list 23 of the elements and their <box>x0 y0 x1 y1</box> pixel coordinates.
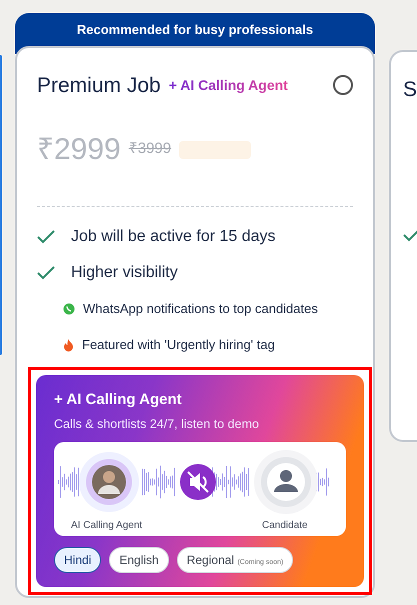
check-icon <box>37 266 55 280</box>
language-chip[interactable]: Hindi <box>54 547 102 574</box>
plan-card[interactable] <box>15 46 375 598</box>
radio-button[interactable] <box>333 75 353 96</box>
avatar-icon <box>79 452 139 512</box>
mute-icon[interactable] <box>180 464 216 500</box>
original-price: ₹3999 <box>128 139 172 160</box>
price-text: ₹2999 <box>37 132 121 168</box>
panel-subtitle: Calls & shortlists 24/7, listen to demo <box>54 416 260 432</box>
avatar-caption: AI Calling Agent <box>71 519 142 534</box>
feature-text: WhatsApp notifications to top candidates <box>83 300 318 318</box>
feature-text: Featured with 'Urgently hiring' tag <box>82 336 275 354</box>
whatsapp-icon <box>63 303 75 315</box>
flame-icon <box>63 338 74 352</box>
plan-title: Premium Job <box>37 72 161 98</box>
user-icon <box>254 450 318 514</box>
language-chip[interactable]: English <box>109 547 169 574</box>
check-icon <box>37 230 55 244</box>
avatar-caption: Candidate <box>262 519 308 534</box>
panel-title: + AI Calling Agent <box>54 390 183 410</box>
plan-title: S <box>403 77 417 103</box>
feature-text: Job will be active for 15 days <box>71 227 276 247</box>
feature-text: Higher visibility <box>71 263 178 283</box>
